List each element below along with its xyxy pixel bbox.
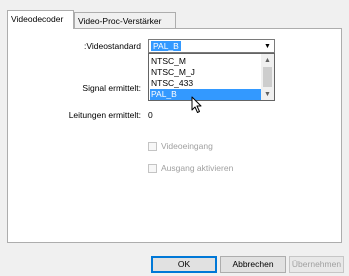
cancel-button[interactable]: Abbrechen (220, 256, 286, 273)
videostandard-select[interactable]: PAL_B ▼ (148, 39, 275, 53)
dropdown-scrollbar[interactable]: ▲ ▼ (261, 54, 274, 100)
videostandard-label: :Videostandard (83, 41, 141, 51)
tab-label: Videodecoder (11, 14, 64, 24)
scroll-down-icon[interactable]: ▼ (261, 88, 274, 100)
videostandard-dropdown-list: NTSC_M NTSC_M_J NTSC_433 PAL_B ▲ ▼ (148, 53, 275, 101)
ausgang-aktivieren-label: Ausgang aktivieren (161, 163, 234, 173)
dropdown-option-ntsc-m-j[interactable]: NTSC_M_J (150, 67, 261, 78)
videoeingang-checkbox[interactable] (148, 141, 157, 151)
dropdown-option-ntsc-433[interactable]: NTSC_433 (150, 78, 261, 89)
scroll-thumb[interactable] (263, 67, 272, 87)
mouse-pointer-icon (191, 96, 202, 113)
tab-label: Video-Proc-Verstärker (78, 16, 162, 26)
ausgang-aktivieren-checkbox[interactable] (148, 163, 157, 173)
tab-videodecoder[interactable]: Videodecoder (7, 10, 74, 29)
dropdown-option-pal-b[interactable]: PAL_B (150, 89, 261, 100)
dropdown-option-ntsc-m[interactable]: NTSC_M (150, 56, 261, 67)
videoeingang-label: Videoeingang (161, 141, 213, 151)
videostandard-value: PAL_B (151, 41, 181, 51)
leitungen-label: Leitungen ermittelt: (68, 110, 141, 120)
videoeingang-checkbox-row[interactable]: Videoeingang (148, 141, 213, 151)
ausgang-aktivieren-checkbox-row[interactable]: Ausgang aktivieren (148, 163, 233, 173)
ok-button[interactable]: OK (151, 256, 217, 273)
signal-label: Signal ermittelt: (82, 83, 141, 93)
tab-video-proc-verstaerker[interactable]: Video-Proc-Verstärker (74, 12, 176, 28)
apply-button[interactable]: Übernehmen (289, 256, 344, 273)
chevron-down-icon[interactable]: ▼ (262, 41, 273, 51)
scroll-up-icon[interactable]: ▲ (261, 54, 274, 66)
leitungen-value: 0 (148, 110, 153, 120)
